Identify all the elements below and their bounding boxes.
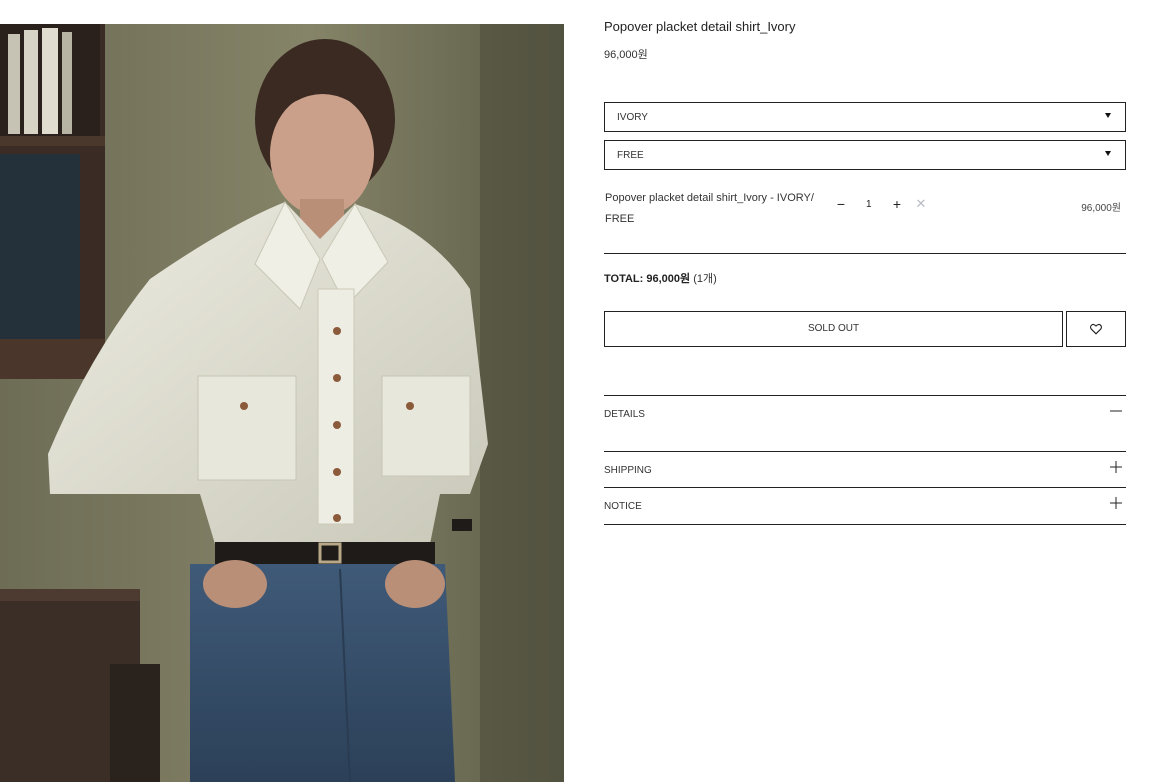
accordion-shipping[interactable]: SHIPPING <box>604 451 1126 488</box>
product-title: Popover placket detail shirt_Ivory <box>604 19 796 34</box>
divider <box>604 253 1126 254</box>
size-select-value: FREE <box>617 150 644 161</box>
total-price: TOTAL: 96,000원 (1개) <box>604 270 717 286</box>
accordion-notice-label: NOTICE <box>604 501 642 512</box>
plus-icon <box>1110 497 1122 509</box>
product-price: 96,000원 <box>604 49 648 61</box>
accordion-notice[interactable]: NOTICE <box>604 487 1126 525</box>
wishlist-button[interactable] <box>1066 311 1126 347</box>
product-image <box>0 24 564 782</box>
caret-down-icon <box>1105 113 1111 118</box>
color-select-value: IVORY <box>617 112 648 123</box>
size-select[interactable]: FREE <box>604 140 1126 170</box>
product-page: Popover placket detail shirt_Ivory 96,00… <box>0 0 1157 782</box>
selected-option-row: Popover placket detail shirt_Ivory - IVO… <box>604 183 1126 253</box>
color-select[interactable]: IVORY <box>604 102 1126 132</box>
accordion-details[interactable]: DETAILS <box>604 395 1126 452</box>
total-count: (1개) <box>693 273 717 285</box>
sold-out-button[interactable]: SOLD OUT <box>604 311 1063 347</box>
minus-icon <box>1110 410 1122 412</box>
total-amount: 96,000원 <box>646 273 691 285</box>
selected-option-price: 96,000원 <box>1081 203 1121 214</box>
remove-option-icon[interactable]: ✕ <box>914 197 928 211</box>
selected-option-name: Popover placket detail shirt_Ivory - IVO… <box>605 192 814 225</box>
quantity-decrease-button[interactable]: − <box>834 197 848 211</box>
quantity-value[interactable]: 1 <box>866 199 872 210</box>
accordion-shipping-label: SHIPPING <box>604 465 652 476</box>
heart-icon <box>1090 323 1102 335</box>
caret-down-icon <box>1105 151 1111 156</box>
quantity-increase-button[interactable]: + <box>890 197 904 211</box>
plus-icon <box>1110 461 1122 473</box>
total-label: TOTAL: <box>604 273 644 285</box>
accordion-details-label: DETAILS <box>604 409 645 420</box>
